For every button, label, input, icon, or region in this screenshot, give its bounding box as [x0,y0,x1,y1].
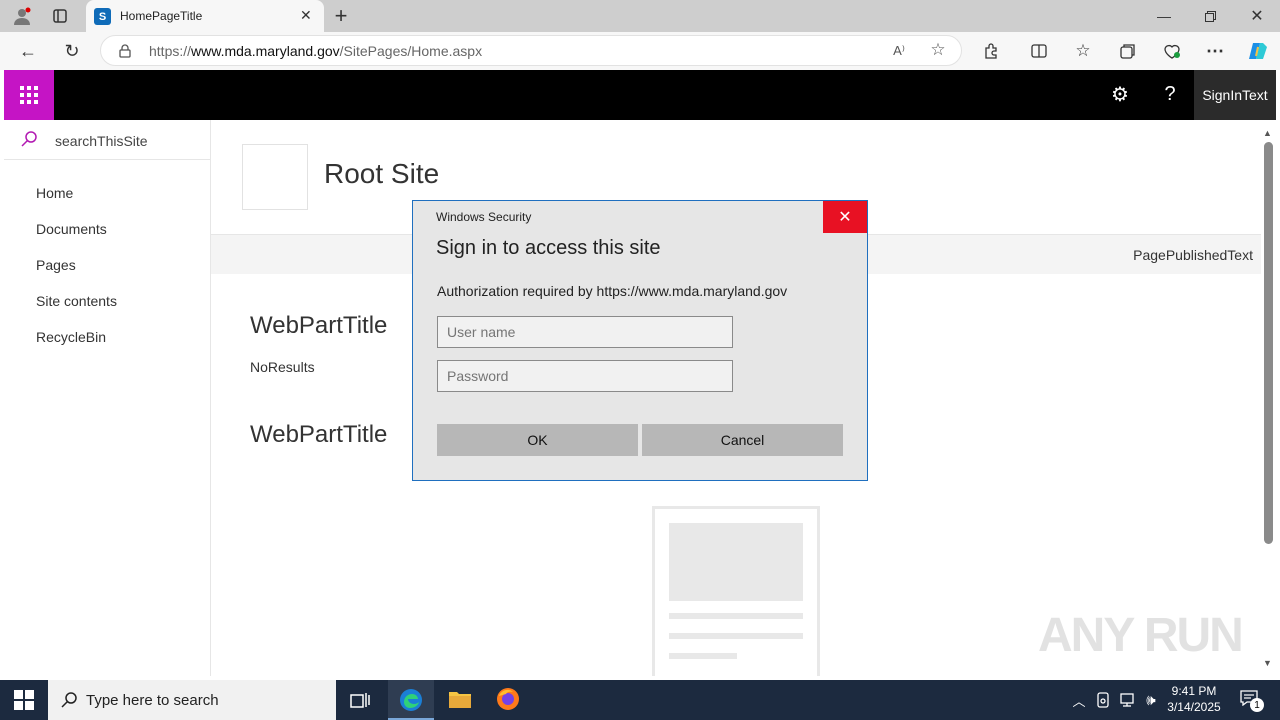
refresh-icon[interactable]: ↻ [60,40,84,62]
dialog-close-icon[interactable]: ✕ [823,201,867,233]
address-bar[interactable]: https://www.mda.maryland.gov/SitePages/H… [100,35,962,66]
notification-count-badge: 1 [1250,698,1264,712]
url-path: /SitePages/Home.aspx [339,43,483,59]
copilot-icon[interactable] [1246,39,1270,63]
taskbar-search-placeholder: Type here to search [86,691,219,709]
suite-bar [4,70,1276,120]
network-icon[interactable] [1117,690,1137,710]
app-launcher-button[interactable] [4,70,54,120]
url-text: https://www.mda.maryland.gov/SitePages/H… [149,43,482,59]
dialog-window-title: Windows Security [436,210,532,224]
dialog-heading: Sign in to access this site [436,237,661,259]
tab-homepage[interactable]: S HomePageTitle ✕ [86,0,324,32]
scroll-down-icon[interactable]: ▼ [1263,658,1272,668]
taskbar-search-box[interactable]: Type here to search [48,680,336,720]
back-icon[interactable]: ← [16,40,40,62]
placeholder-line [669,653,737,659]
window-close-icon[interactable]: ✕ [1245,6,1269,26]
nav-item-home[interactable]: Home [36,185,73,201]
dialog-message: Authorization required by https://www.md… [437,283,788,299]
sharepoint-favicon-icon: S [94,8,111,25]
placeholder-thumbnail [669,523,803,601]
taskbar-search-icon [60,691,78,709]
volume-icon[interactable]: 🕪 [1141,690,1161,710]
placeholder-line [669,633,803,639]
document-placeholder-image [652,506,820,676]
tab-actions-icon[interactable] [50,6,70,26]
browser-essentials-icon[interactable] [1161,40,1183,62]
placeholder-line [669,613,803,619]
edge-icon [400,689,422,711]
waffle-icon [20,86,38,104]
scroll-up-icon[interactable]: ▲ [1263,128,1272,138]
favorites-icon[interactable]: ☆ [1072,40,1094,62]
collections-icon[interactable] [1117,40,1139,62]
firefox-icon[interactable] [496,687,520,716]
extensions-icon[interactable] [980,40,1002,62]
search-icon [20,130,38,153]
taskbar-clock[interactable]: 9:41 PM 3/14/2025 [1160,683,1228,715]
split-screen-icon[interactable] [1028,40,1050,62]
password-field[interactable] [437,360,733,392]
site-logo[interactable] [242,144,308,210]
favorite-star-icon[interactable]: ☆ [928,40,948,60]
tab-title: HomePageTitle [120,9,203,23]
more-options-icon[interactable]: ⋯ [1204,40,1226,62]
nav-item-recycle-bin[interactable]: RecycleBin [36,329,106,345]
url-prefix: https:// [149,43,192,59]
anyrun-watermark: ANY RUN [1038,609,1244,662]
new-tab-icon[interactable]: + [330,3,352,28]
restore-icon[interactable] [1198,6,1222,26]
cancel-button[interactable]: Cancel [642,424,843,456]
clock-time: 9:41 PM [1171,684,1217,698]
nav-item-pages[interactable]: Pages [36,257,76,273]
site-title[interactable]: Root Site [324,158,439,190]
username-field[interactable] [437,316,733,348]
start-button[interactable] [14,690,34,715]
help-icon[interactable]: ? [1158,82,1182,106]
task-view-icon[interactable] [348,688,372,712]
notification-center-button[interactable]: 1 [1238,688,1264,712]
sign-in-button[interactable]: SignInText [1194,70,1276,120]
site-search-box[interactable]: searchThisSite [4,120,210,160]
settings-gear-icon[interactable]: ⚙ [1108,82,1132,106]
url-domain: www.mda.maryland.gov [191,43,340,59]
search-placeholder: searchThisSite [55,133,148,149]
file-explorer-icon[interactable] [448,688,472,715]
lock-icon[interactable] [116,42,134,60]
profile-icon[interactable] [10,4,34,28]
scrollbar-thumb[interactable] [1264,142,1273,544]
no-results-text: NoResults [250,359,315,375]
tray-device-icon[interactable] [1094,690,1112,710]
nav-item-documents[interactable]: Documents [36,221,107,237]
tab-close-icon[interactable]: ✕ [300,7,312,24]
left-navigation: searchThisSite Home Documents Pages Site… [4,120,211,676]
read-aloud-icon[interactable]: A⁾ [889,41,909,61]
webpart-title-1: WebPartTitle [250,312,388,339]
windows-logo-icon [14,690,34,710]
page-published-text: PagePublishedText [1133,247,1253,263]
webpart-title-2: WebPartTitle [250,421,388,448]
ok-button[interactable]: OK [437,424,638,456]
nav-item-site-contents[interactable]: Site contents [36,293,117,309]
tray-overflow-chevron-icon[interactable]: ︿ [1070,690,1088,710]
minimize-icon[interactable]: — [1152,6,1176,26]
taskbar-edge-app[interactable] [388,680,434,720]
clock-date: 3/14/2025 [1167,700,1221,714]
